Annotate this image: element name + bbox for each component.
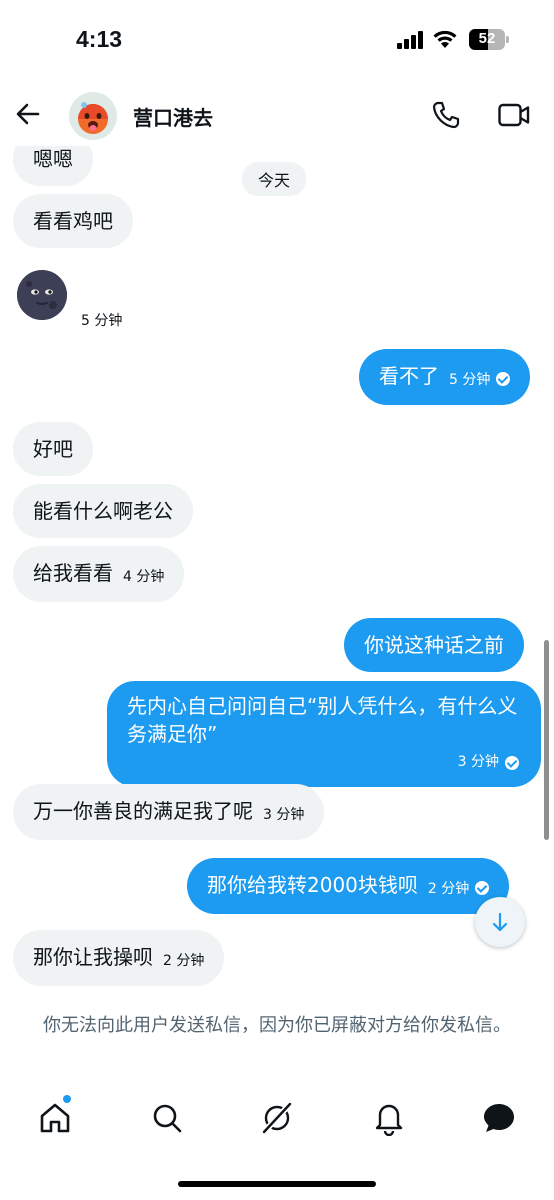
battery-level: 52 — [478, 30, 496, 47]
message-outgoing[interactable]: 看不了 5 分钟 — [359, 349, 531, 405]
cellular-signal-icon — [397, 31, 425, 49]
hot-face-emoji-icon — [78, 102, 108, 134]
home-indicator — [178, 1181, 376, 1187]
battery-icon: 52 — [469, 29, 505, 50]
message-text: 好吧 — [33, 437, 73, 461]
read-check-icon — [475, 880, 490, 895]
contact-name[interactable]: 营口港去 — [133, 102, 213, 131]
blocked-notice: 你无法向此用户发送私信，因为你已屏蔽对方给你发私信。 — [43, 1015, 511, 1036]
message-text: 万一你善良的满足我了呢 — [33, 799, 253, 823]
message-incoming[interactable]: 万一你善良的满足我了呢 3 分钟 — [13, 784, 325, 840]
search-icon[interactable] — [149, 1100, 185, 1136]
message-timestamp: 3 分钟 — [263, 806, 305, 823]
message-timestamp: 5 分钟 — [81, 313, 123, 329]
message-incoming[interactable]: 那你让我操呗 2 分钟 — [13, 930, 225, 986]
message-incoming[interactable]: 看看鸡吧 — [13, 194, 133, 248]
wifi-icon — [433, 30, 457, 48]
message-timestamp: 2 分钟 — [427, 880, 470, 897]
message-timestamp: 4 分钟 — [123, 568, 165, 585]
message-timestamp: 5 分钟 — [449, 371, 491, 388]
message-text: 那你让我操呗 — [33, 945, 153, 969]
bottom-navigation — [0, 1090, 554, 1150]
message-incoming[interactable]: 好吧 — [13, 422, 93, 476]
message-timestamp: 3 分钟 — [457, 754, 499, 770]
message-text: 你说这种话之前 — [364, 633, 504, 657]
message-outgoing[interactable]: 那你给我转2000块钱呗 2 分钟 — [187, 858, 510, 914]
grok-icon[interactable] — [259, 1100, 295, 1136]
message-text: 看不了 — [379, 364, 439, 388]
message-incoming[interactable]: 给我看看 4 分钟 — [13, 546, 185, 602]
message-text: 给我看看 — [33, 561, 113, 585]
conversation-header: 营口港去 — [0, 80, 554, 146]
video-call-icon[interactable] — [497, 100, 531, 130]
back-arrow-icon[interactable] — [14, 100, 42, 128]
message-text: 嗯嗯 — [33, 147, 73, 171]
read-check-icon — [505, 756, 519, 770]
message-text: 那你给我转2000块钱呗 — [207, 873, 418, 897]
new-moon-face-emoji-message[interactable] — [17, 270, 67, 320]
status-bar: 4:13 52 — [0, 0, 554, 80]
message-outgoing[interactable]: 先内心自己问问自己“别人凭什么，有什么义务满足你” 3 分钟 — [107, 681, 541, 787]
phone-call-icon[interactable] — [431, 100, 461, 130]
messages-icon[interactable] — [481, 1100, 517, 1136]
home-icon[interactable] — [37, 1100, 73, 1136]
message-text: 先内心自己问问自己“别人凭什么，有什么义务满足你” — [127, 694, 518, 746]
status-time: 4:13 — [76, 26, 123, 52]
message-text: 看看鸡吧 — [33, 209, 113, 233]
notifications-icon[interactable] — [371, 1100, 407, 1136]
message-outgoing[interactable]: 你说这种话之前 — [344, 618, 524, 672]
arrow-down-icon — [492, 912, 508, 932]
scrollbar[interactable] — [544, 640, 549, 840]
home-notification-dot — [63, 1095, 71, 1103]
read-check-icon — [496, 371, 511, 386]
day-separator: 今天 — [242, 162, 307, 196]
message-text: 能看什么啊老公 — [33, 499, 173, 523]
message-timestamp: 2 分钟 — [163, 952, 205, 969]
contact-avatar[interactable] — [69, 92, 117, 140]
new-moon-face-icon — [17, 270, 67, 320]
message-incoming[interactable]: 能看什么啊老公 — [13, 484, 193, 538]
scroll-to-bottom-button[interactable] — [475, 897, 525, 947]
